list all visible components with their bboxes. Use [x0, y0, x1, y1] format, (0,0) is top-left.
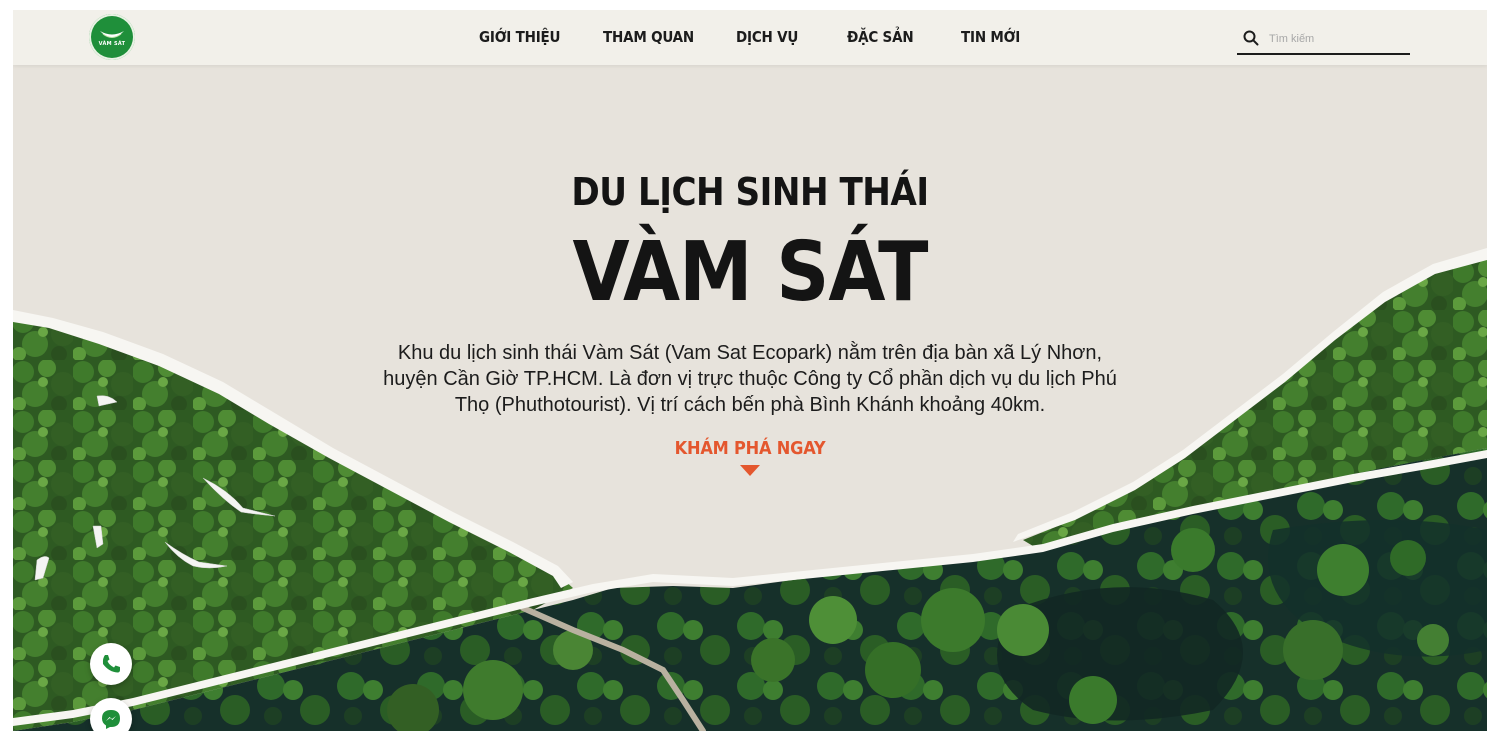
hero-description: Khu du lịch sinh thái Vàm Sát (Vam Sat E…: [383, 342, 1117, 416]
nav-item-tham-quan[interactable]: THAM QUAN: [603, 28, 694, 46]
page-frame: VÀM SÁT GIỚI THIỆU THAM QUAN DỊCH VỤ ĐẶC…: [13, 10, 1487, 731]
nav-item-dac-san[interactable]: ĐẶC SẢN: [847, 28, 914, 46]
site-header: VÀM SÁT GIỚI THIỆU THAM QUAN DỊCH VỤ ĐẶC…: [13, 10, 1487, 65]
logo-text: VÀM SÁT: [98, 41, 126, 47]
messenger-icon: [102, 710, 120, 729]
site-logo[interactable]: VÀM SÁT: [89, 14, 135, 60]
search-input[interactable]: [1267, 28, 1409, 50]
phone-icon: [102, 655, 120, 673]
leaf-boat-logo-icon: [92, 17, 132, 57]
nav-item-tin-moi[interactable]: TIN MỚI: [961, 28, 1020, 46]
nav-item-dich-vu[interactable]: DỊCH VỤ: [736, 28, 798, 46]
hero-subtitle: DU LỊCH SINH THÁI: [571, 170, 929, 214]
explore-now-label: KHÁM PHÁ NGAY: [674, 438, 826, 459]
search-box: [1237, 27, 1410, 55]
hero-title: VÀM SÁT: [572, 225, 929, 320]
explore-now-button[interactable]: KHÁM PHÁ NGAY: [650, 438, 850, 477]
triangle-down-icon: [740, 465, 760, 476]
nav-item-gioi-thieu[interactable]: GIỚI THIỆU: [479, 28, 560, 46]
phone-button[interactable]: [90, 643, 132, 685]
search-icon[interactable]: [1243, 30, 1259, 46]
